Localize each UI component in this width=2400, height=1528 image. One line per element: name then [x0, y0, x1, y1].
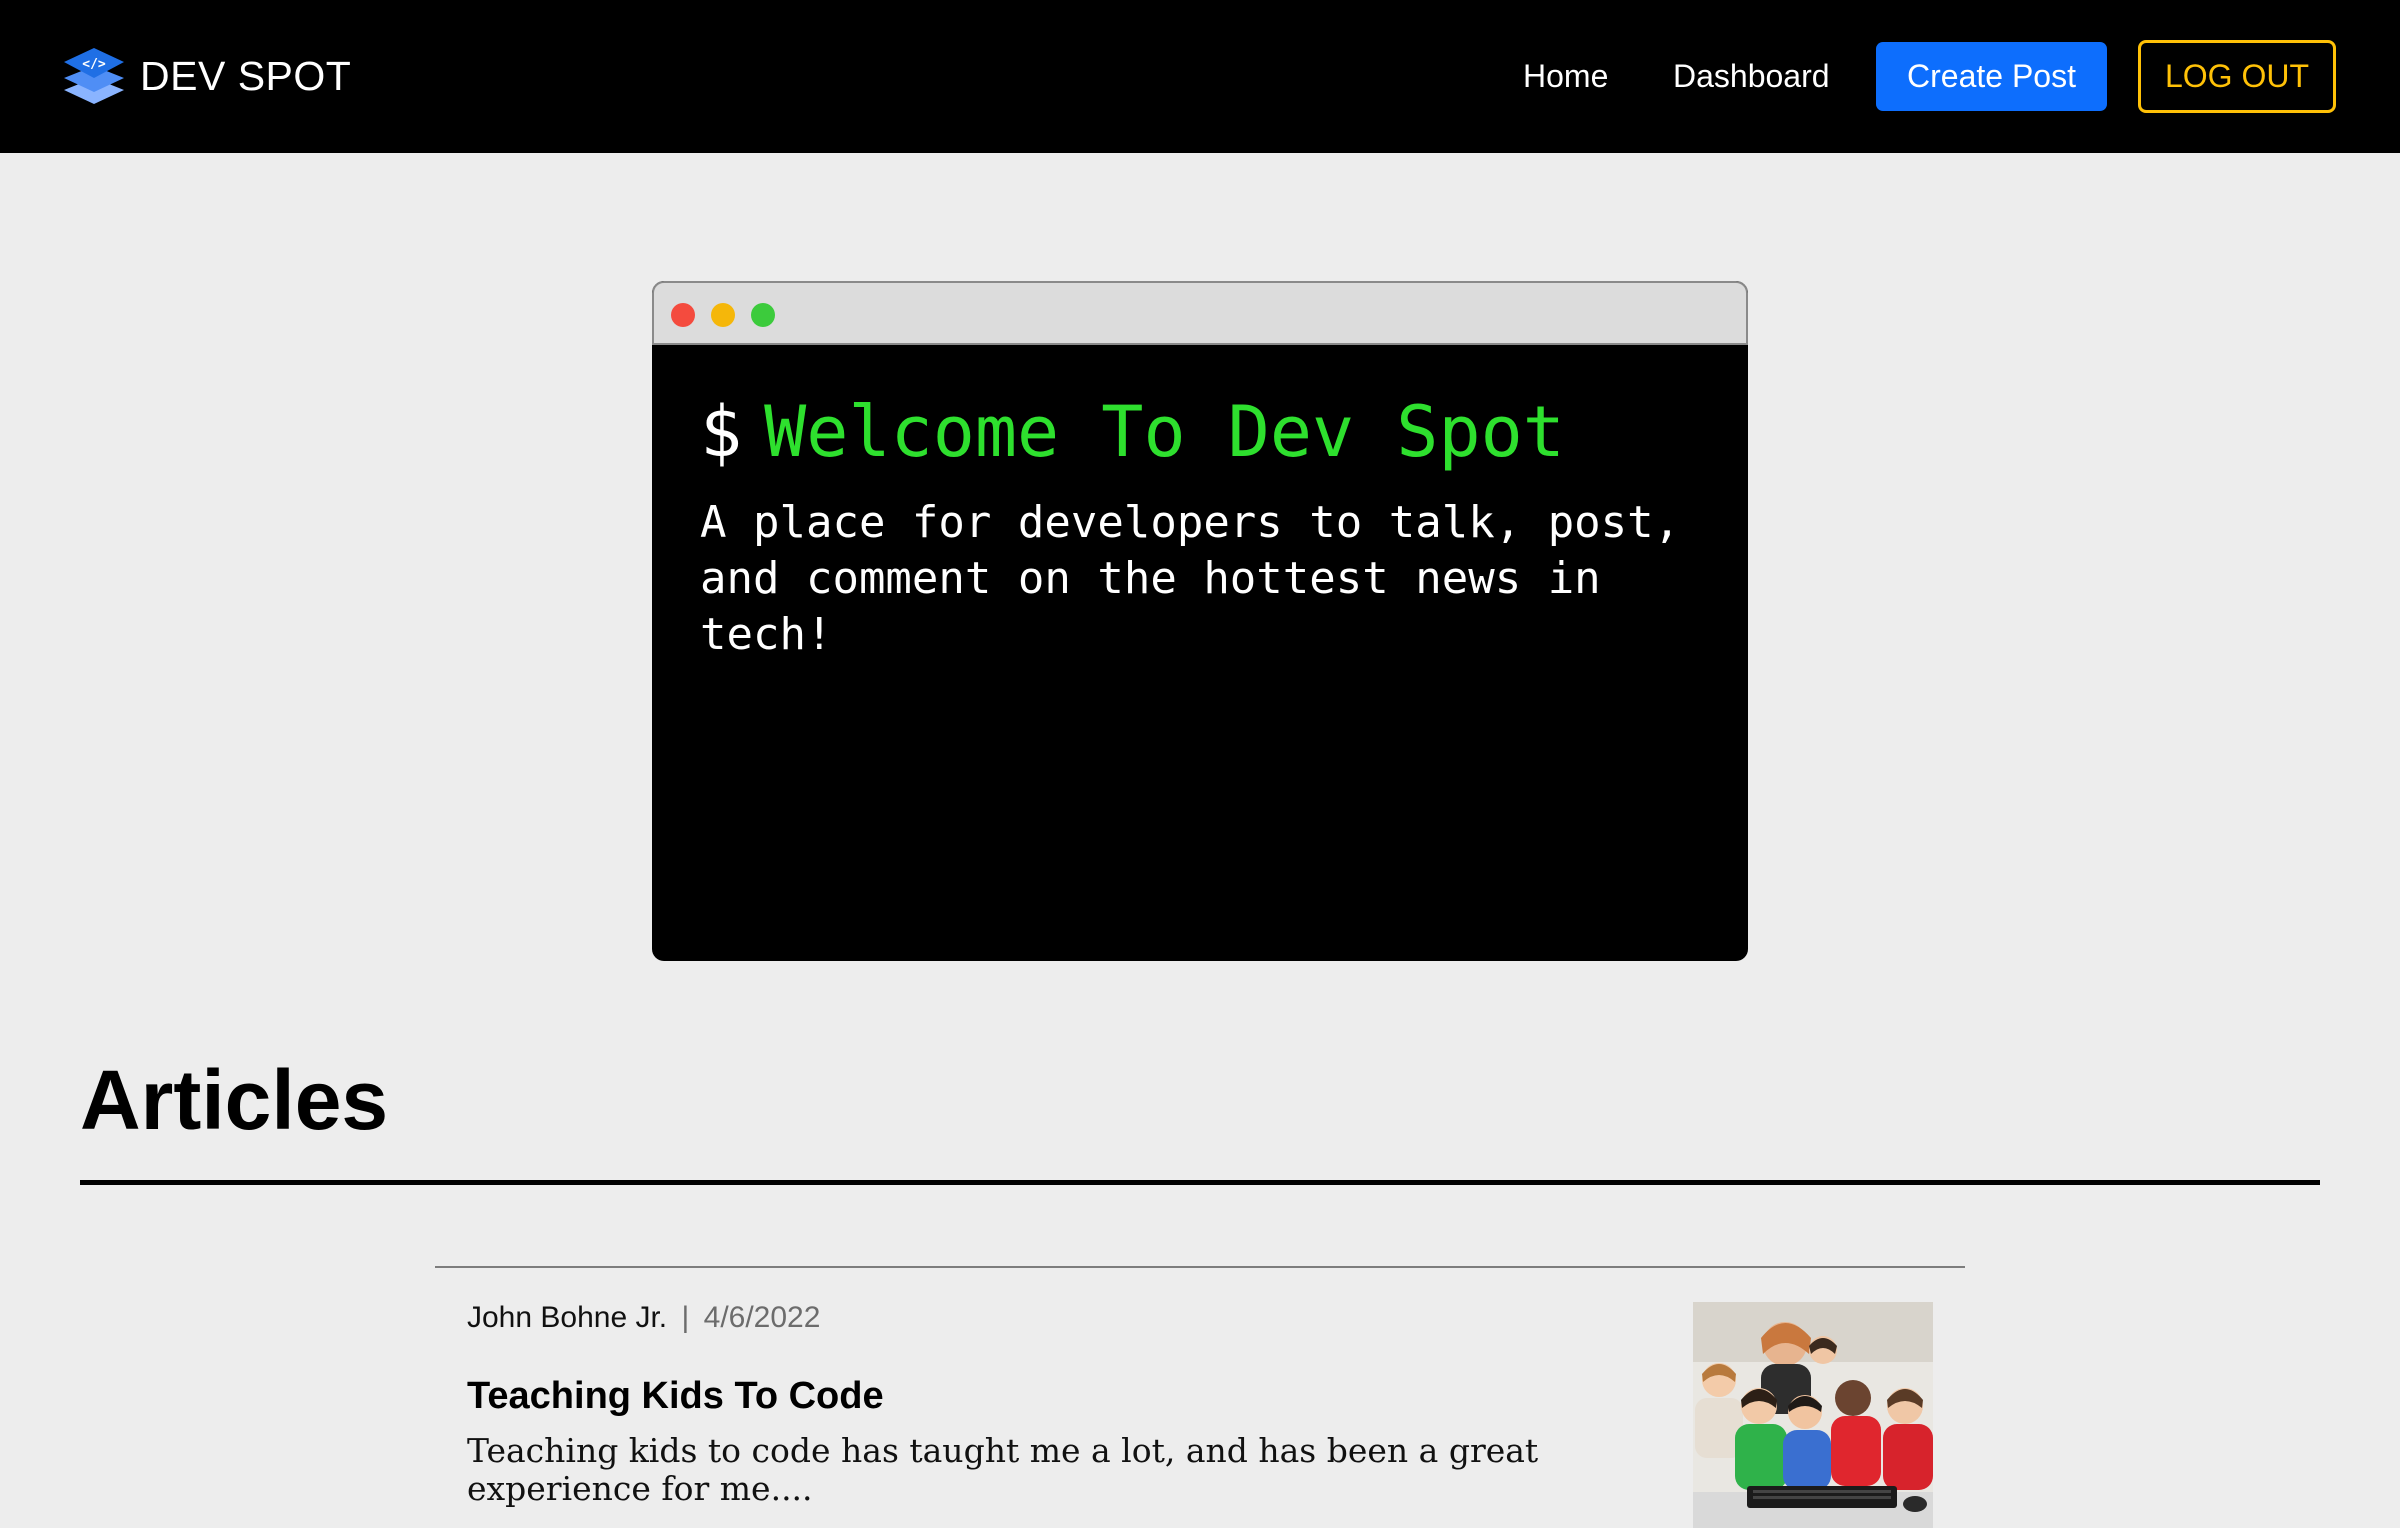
articles-divider	[80, 1180, 2320, 1185]
terminal-window: $ Welcome To Dev Spot A place for develo…	[652, 281, 1748, 961]
article-thumbnail[interactable]	[1693, 1302, 1933, 1528]
maximize-dot-icon[interactable]	[751, 303, 775, 327]
kids-at-computer-photo-icon	[1693, 1302, 1933, 1528]
site-description: A place for developers to talk, post, an…	[700, 497, 1681, 660]
terminal-body: $ Welcome To Dev Spot A place for develo…	[652, 345, 1748, 663]
nav-link-home[interactable]: Home	[1523, 46, 1608, 106]
nav-link-dashboard[interactable]: Dashboard	[1673, 46, 1830, 106]
close-dot-icon[interactable]	[671, 303, 695, 327]
article-title[interactable]: Teaching Kids To Code	[467, 1372, 884, 1420]
article-meta: John Bohne Jr. | 4/6/2022	[467, 1298, 820, 1338]
article-author: John Bohne Jr.	[467, 1301, 668, 1334]
svg-text:</>: </>	[82, 57, 106, 72]
terminal-prompt: $	[700, 391, 743, 473]
article-card[interactable]: John Bohne Jr. | 4/6/2022 Teaching Kids …	[435, 1266, 1965, 1528]
logout-button[interactable]: LOG OUT	[2138, 40, 2336, 113]
terminal-heading: $ Welcome To Dev Spot	[700, 391, 1702, 473]
article-excerpt: Teaching kids to code has taught me a lo…	[467, 1431, 1539, 1508]
create-post-button[interactable]: Create Post	[1876, 42, 2107, 111]
minimize-dot-icon[interactable]	[711, 303, 735, 327]
meta-separator: |	[681, 1301, 690, 1334]
brand-name: DEV SPOT	[140, 53, 352, 99]
article-date: 4/6/2022	[703, 1301, 821, 1334]
welcome-title: Welcome To Dev Spot	[764, 391, 1565, 473]
articles-heading: Articles	[80, 1053, 389, 1147]
terminal-titlebar	[652, 281, 1748, 345]
code-layers-logo-icon: </>	[64, 48, 124, 104]
brand-home-link[interactable]: </> DEV SPOT	[62, 46, 351, 106]
navbar: </> DEV SPOT Home Dashboard Create Post …	[0, 0, 2400, 153]
